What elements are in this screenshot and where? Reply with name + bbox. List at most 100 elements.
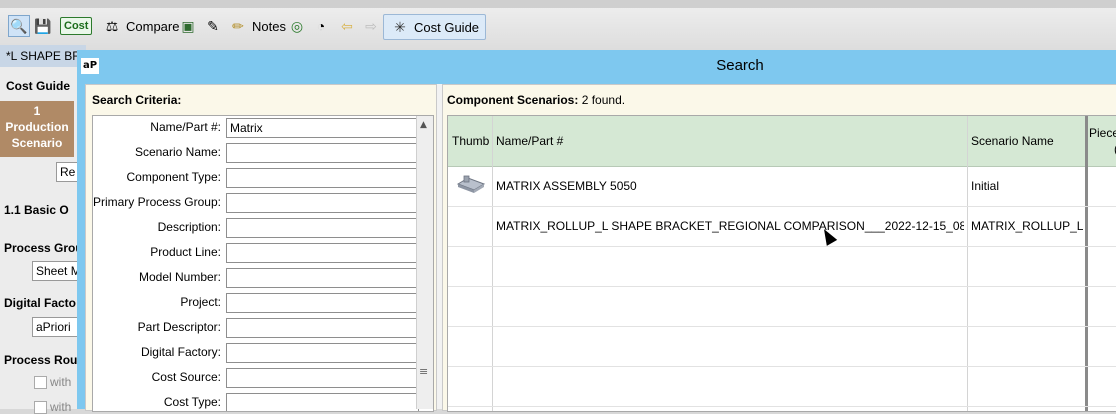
save-icon: 💾 (34, 17, 52, 34)
row-divider (448, 326, 1116, 327)
results-header: Component Scenarios: 2 found. (447, 93, 625, 107)
primary-process-group-label: Primary Process Group: (92, 195, 221, 209)
cost-source-label: Cost Source: (151, 370, 221, 384)
criteria-scrollbar[interactable]: ▲ ≡ (416, 116, 433, 409)
notes-icon: ✏ (232, 17, 244, 34)
col-header-scenario-name[interactable]: Scenario Name (971, 134, 1054, 148)
routing-checkbox-1-label: with (50, 375, 72, 389)
product-line-input[interactable] (226, 243, 419, 263)
project-input[interactable] (226, 293, 419, 313)
compare-label: Compare (126, 18, 180, 34)
gauge-toolbar-button[interactable]: ◔ (311, 14, 331, 38)
process-group-label: Process Grou (4, 241, 83, 255)
name-part-label: Name/Part #: (150, 120, 221, 134)
row1-name-cell[interactable]: MATRIX ASSEMBLY 5050 (496, 179, 964, 193)
digital-factory-criteria-label: Digital Factory: (140, 345, 221, 359)
row2-name-cell[interactable]: MATRIX_ROLLUP_L SHAPE BRACKET_REGIONAL C… (496, 219, 964, 233)
criteria-row-digital-factory: Digital Factory: (93, 341, 433, 366)
criteria-row-part-descriptor: Part Descriptor: (93, 316, 433, 341)
search-criteria-panel: Search Criteria: Name/Part #: Matrix Sce… (85, 84, 437, 412)
search-dialog: aP Search Search Criteria: Name/Part #: … (77, 50, 1116, 412)
compare-toolbar-button[interactable]: ⚖ Compare (102, 14, 180, 38)
production-scenario-step[interactable]: 1 Production Scenario (0, 101, 74, 157)
cost-label: Cost (60, 17, 93, 35)
scroll-up-icon[interactable]: ▲ (420, 120, 427, 130)
name-part-input[interactable]: Matrix (226, 118, 419, 138)
process-routing-label: Process Rou (4, 353, 78, 367)
row-divider (448, 246, 1116, 247)
forward-toolbar-button[interactable]: ⇨ (361, 14, 381, 38)
primary-process-group-select[interactable] (226, 193, 419, 213)
criteria-row-process-group: Primary Process Group: (93, 191, 433, 216)
dialog-title: Search (716, 57, 764, 74)
target-toolbar-button[interactable]: ◎ (287, 14, 307, 38)
back-toolbar-button[interactable]: ⇦ (337, 14, 357, 38)
step-number: 1 (33, 104, 41, 118)
cost-guide-icon: ✳ (394, 18, 406, 35)
save-toolbar-button[interactable]: 💾 (33, 14, 53, 38)
row2-scenario-cell[interactable]: MATRIX_ROLLUP_L SH (971, 219, 1083, 233)
table-header: Thumb Name/Part # Scenario Name Piece ( (448, 116, 1116, 167)
routing-checkbox-2[interactable] (34, 401, 47, 414)
criteria-row-cost-source: Cost Source: (93, 366, 433, 391)
component-scenarios-panel: Component Scenarios: 2 found. Thumb Name… (442, 84, 1116, 412)
col-header-piece[interactable]: Piece (1089, 126, 1116, 140)
magnifier-icon: 🔍 (8, 15, 30, 37)
step-line1: Production (5, 120, 69, 134)
toolbar-top-strip (0, 0, 1116, 8)
results-count: 2 found. (581, 93, 626, 107)
digital-factory-select[interactable] (226, 343, 419, 363)
criteria-row-project: Project: (93, 291, 433, 316)
cost-type-select[interactable] (226, 393, 419, 411)
arrow-left-icon: ⇦ (341, 17, 353, 34)
routing-checkbox-2-label: with (50, 400, 72, 414)
notes-label: Notes (252, 18, 286, 34)
product-line-label: Product Line: (150, 245, 221, 259)
criteria-row-scenario: Scenario Name: (93, 141, 433, 166)
digital-factory-label: Digital Facto (4, 296, 77, 310)
description-input[interactable] (226, 218, 419, 238)
routing-checkbox-1[interactable] (34, 376, 47, 389)
export-toolbar-button[interactable]: ▣ (178, 14, 198, 38)
compare-icon: ⚖ (105, 17, 119, 34)
edit-toolbar-button[interactable]: ✎ (203, 14, 223, 38)
part-descriptor-input[interactable] (226, 318, 419, 338)
dialog-body: Search Criteria: Name/Part #: Matrix Sce… (85, 84, 1116, 412)
cost-guide-toolbar-button[interactable]: ✳ Cost Guide (383, 14, 487, 40)
part-descriptor-label: Part Descriptor: (137, 320, 221, 334)
dialog-title-bar[interactable]: aP Search (77, 50, 1116, 82)
assembly-thumbnail-icon (456, 175, 486, 193)
row-divider (448, 206, 1116, 207)
component-type-select[interactable] (226, 168, 419, 188)
col-header-thumb[interactable]: Thumb (452, 134, 489, 148)
arrow-right-icon: ⇨ (365, 17, 377, 34)
scenario-name-label: Scenario Name: (134, 145, 221, 159)
scenario-name-input[interactable] (226, 143, 419, 163)
model-number-input[interactable] (226, 268, 419, 288)
criteria-list: Name/Part #: Matrix Scenario Name: Compo… (92, 115, 434, 412)
cost-source-select[interactable] (226, 368, 419, 388)
scroll-grip-icon[interactable]: ≡ (419, 366, 428, 377)
edit-icon: ✎ (207, 17, 219, 34)
cost-guide-header-text: Cost Guide (6, 79, 71, 93)
search-toolbar-button[interactable]: 🔍 (8, 14, 30, 38)
search-criteria-title: Search Criteria: (92, 93, 182, 107)
description-label: Description: (157, 220, 221, 234)
export-icon: ▣ (181, 17, 195, 34)
col-header-name-part[interactable]: Name/Part # (496, 134, 563, 148)
document-tab[interactable]: *L SHAPE BR (0, 45, 86, 67)
criteria-row-component-type: Component Type: (93, 166, 433, 191)
project-label: Project: (180, 295, 221, 309)
row1-scenario-cell[interactable]: Initial (971, 179, 1083, 193)
step-line2: Scenario (11, 136, 63, 150)
results-table: Thumb Name/Part # Scenario Name Piece ( (447, 115, 1116, 412)
cost-guide-header: Cost Guide (0, 75, 86, 97)
notes-toolbar-button[interactable]: ✏ Notes (228, 14, 286, 38)
criteria-row-name: Name/Part #: Matrix (93, 116, 433, 141)
cost-type-label: Cost Type: (163, 395, 221, 409)
cost-toolbar-button[interactable]: Cost (60, 14, 93, 38)
results-header-label: Component Scenarios: (447, 93, 579, 107)
model-number-label: Model Number: (138, 270, 221, 284)
criteria-row-model-number: Model Number: (93, 266, 433, 291)
criteria-row-product-line: Product Line: (93, 241, 433, 266)
